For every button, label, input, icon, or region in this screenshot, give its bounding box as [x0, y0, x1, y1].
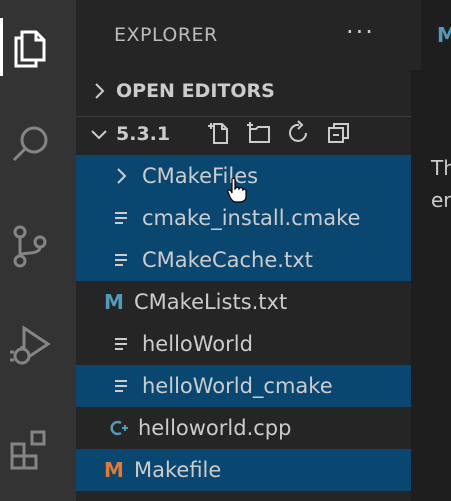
- extensions-icon[interactable]: [6, 424, 54, 472]
- folder-actions: [204, 118, 354, 148]
- tree-item-label: Makefile: [134, 458, 222, 482]
- explorer-files-icon[interactable]: [6, 24, 54, 72]
- explorer-sidebar: EXPLORER ··· OPEN EDITORS 5.3.1 CMakeFil…: [76, 0, 411, 501]
- editor-tabs: M: [411, 0, 451, 70]
- m-icon: M: [104, 290, 124, 314]
- chevron-right-icon: [95, 83, 105, 99]
- tree-item-label: CMakeLists.txt: [134, 290, 288, 314]
- tree-item-label: helloworld.cpp: [138, 416, 292, 440]
- tree-item-cmakelists[interactable]: M CMakeLists.txt: [76, 281, 411, 323]
- more-actions-button[interactable]: ···: [346, 18, 375, 46]
- tree-item-cmake-install[interactable]: cmake_install.cmake: [76, 197, 411, 239]
- editor-area: M Th er: [411, 0, 451, 501]
- cpp-icon: [108, 417, 128, 439]
- new-folder-icon: [247, 122, 270, 143]
- makefile-icon: M: [104, 458, 124, 482]
- editor-tab[interactable]: M: [421, 0, 451, 70]
- editor-content: Th er: [431, 152, 451, 216]
- file-lines-icon: [112, 207, 132, 229]
- file-lines-icon: [112, 249, 132, 271]
- tree-item-label: CMakeCache.txt: [142, 248, 313, 272]
- editor-text-line: Th: [431, 156, 451, 180]
- search-icon[interactable]: [6, 120, 54, 168]
- new-folder-button[interactable]: [244, 118, 274, 148]
- active-indicator: [0, 18, 3, 76]
- open-editors-label: OPEN EDITORS: [116, 80, 275, 102]
- explorer-title: EXPLORER: [114, 24, 218, 46]
- activity-bar: [0, 0, 76, 501]
- collapse-all-icon: [328, 123, 349, 143]
- refresh-icon: [289, 120, 307, 142]
- tree-item-label: helloWorld_cmake: [142, 374, 333, 398]
- tree-item-label: cmake_install.cmake: [142, 206, 361, 230]
- tree-item-helloworld-cpp[interactable]: helloworld.cpp: [76, 407, 411, 449]
- folder-name: 5.3.1: [116, 123, 171, 145]
- editor-text-line: er: [431, 188, 451, 212]
- tree-item-makefile[interactable]: M Makefile: [76, 449, 411, 491]
- chevron-right-icon: [112, 165, 132, 187]
- open-editors-section[interactable]: OPEN EDITORS: [76, 74, 411, 108]
- hand-cursor-icon: [227, 177, 247, 203]
- new-file-icon: [208, 123, 228, 144]
- chevron-down-icon: [91, 130, 107, 140]
- editor-tab-m-icon: M: [437, 23, 451, 47]
- tree-item-cmakecache[interactable]: CMakeCache.txt: [76, 239, 411, 281]
- file-lines-icon: [112, 333, 132, 355]
- tree-item-label: helloWorld: [142, 332, 253, 356]
- tree-item-helloworld-cmake[interactable]: helloWorld_cmake: [76, 365, 411, 407]
- tree-item-helloworld[interactable]: helloWorld: [76, 323, 411, 365]
- refresh-button[interactable]: [284, 118, 314, 148]
- file-tree: CMakeFiles cmake_install.cmake CMakeCach…: [76, 155, 411, 491]
- file-lines-icon: [112, 375, 132, 397]
- source-control-icon[interactable]: [6, 222, 54, 270]
- run-debug-icon[interactable]: [6, 322, 54, 370]
- collapse-all-button[interactable]: [324, 118, 354, 148]
- new-file-button[interactable]: [204, 118, 234, 148]
